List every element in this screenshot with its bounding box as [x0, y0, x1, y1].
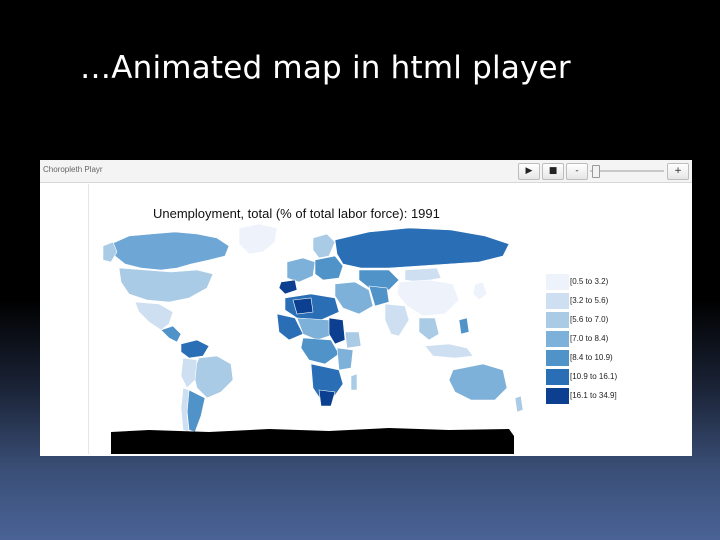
- map-panel: Unemployment, total (% of total labor fo…: [88, 184, 692, 454]
- legend-item: [5.6 to 7.0): [546, 311, 620, 330]
- legend-item: [0.5 to 3.2): [546, 273, 620, 292]
- legend-label: [7.0 to 8.4): [570, 334, 609, 343]
- minus-icon: -: [575, 166, 579, 176]
- zoom-out-button[interactable]: -: [566, 163, 588, 180]
- year-slider-track[interactable]: [590, 170, 664, 172]
- play-button[interactable]: ▶: [518, 163, 540, 180]
- stop-icon: ■: [548, 166, 558, 176]
- legend-label: [10.9 to 16.1): [570, 372, 618, 381]
- region-southeast-asia[interactable]: [418, 317, 440, 341]
- region-canada[interactable]: [110, 231, 230, 271]
- region-south-africa[interactable]: [318, 389, 336, 407]
- region-central-africa[interactable]: [300, 337, 340, 365]
- region-eastern-europe[interactable]: [314, 255, 344, 281]
- region-mexico[interactable]: [134, 301, 174, 331]
- legend-item: [3.2 to 5.6): [546, 292, 620, 311]
- region-mongolia[interactable]: [404, 267, 442, 283]
- region-colombia-venezuela[interactable]: [180, 339, 210, 359]
- map-legend: [0.5 to 3.2) [3.2 to 5.6) [5.6 to 7.0) […: [546, 273, 620, 406]
- legend-item: [10.9 to 16.1): [546, 368, 620, 387]
- region-japan[interactable]: [472, 281, 488, 301]
- region-usa[interactable]: [118, 267, 214, 303]
- legend-item: [16.1 to 34.9]: [546, 387, 620, 406]
- region-india[interactable]: [384, 303, 410, 337]
- stop-button[interactable]: ■: [542, 163, 564, 180]
- region-peru-bolivia[interactable]: [180, 357, 198, 389]
- region-indonesia[interactable]: [424, 343, 474, 359]
- legend-item: [8.4 to 10.9): [546, 349, 620, 368]
- region-scandinavia[interactable]: [312, 233, 336, 259]
- region-central-america[interactable]: [160, 325, 182, 343]
- legend-swatch: [546, 369, 569, 385]
- legend-swatch: [546, 312, 569, 328]
- year-slider-handle[interactable]: [591, 165, 600, 178]
- play-icon: ▶: [525, 166, 533, 176]
- legend-swatch: [546, 350, 569, 366]
- player-toolbar: Choropleth Playr ▶ ■ - +: [40, 160, 692, 183]
- slide-title: …Animated map in html player: [80, 50, 571, 86]
- region-madagascar[interactable]: [350, 373, 358, 391]
- region-ethiopia[interactable]: [344, 331, 362, 349]
- legend-swatch: [546, 388, 569, 404]
- region-antarctica: [111, 428, 514, 454]
- legend-label: [3.2 to 5.6): [570, 296, 609, 305]
- player-window: Choropleth Playr ▶ ■ - + Unemployment, t…: [40, 160, 692, 456]
- app-name: Choropleth Playr: [43, 165, 103, 174]
- legend-swatch: [546, 293, 569, 309]
- region-spain[interactable]: [278, 279, 298, 295]
- region-australia[interactable]: [448, 363, 508, 401]
- legend-swatch: [546, 331, 569, 347]
- legend-label: [5.6 to 7.0): [570, 315, 609, 324]
- region-western-europe[interactable]: [286, 257, 316, 283]
- legend-swatch: [546, 274, 569, 290]
- region-east-africa[interactable]: [336, 347, 354, 371]
- legend-label: [16.1 to 34.9]: [570, 391, 617, 400]
- zoom-in-button[interactable]: +: [667, 163, 689, 180]
- legend-label: [0.5 to 3.2): [570, 277, 609, 286]
- region-philippines[interactable]: [458, 317, 470, 335]
- region-argentina[interactable]: [186, 389, 206, 433]
- region-new-zealand[interactable]: [514, 395, 524, 413]
- plus-icon: +: [674, 166, 682, 176]
- legend-item: [7.0 to 8.4): [546, 330, 620, 349]
- region-russia[interactable]: [334, 227, 510, 269]
- legend-label: [8.4 to 10.9): [570, 353, 613, 362]
- region-brazil[interactable]: [192, 355, 234, 399]
- region-greenland[interactable]: [238, 223, 278, 255]
